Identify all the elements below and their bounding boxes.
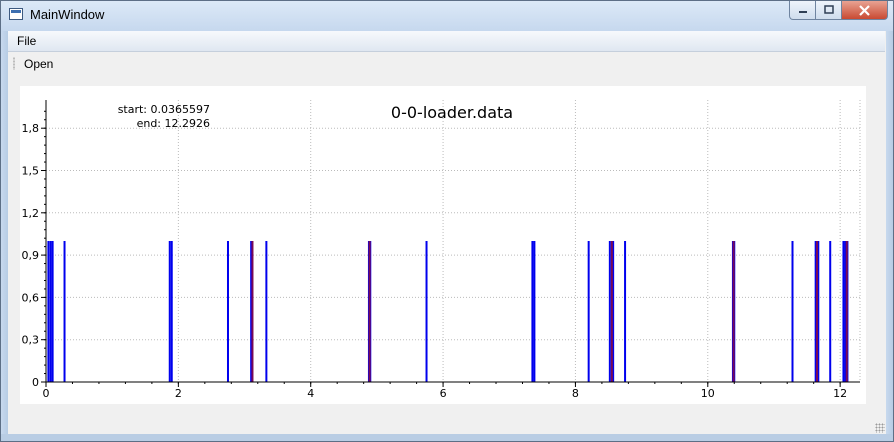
menu-bar: File [8, 31, 885, 52]
maximize-button[interactable] [816, 1, 842, 20]
y-tick-label: 0,9 [22, 249, 40, 262]
maximize-icon [823, 5, 834, 14]
app-icon [9, 8, 23, 20]
central-widget: 0 0,3 0,6 0,9 1,2 1,5 1,8 0 2 4 6 8 10 12 0-0-loader.… [8, 76, 885, 434]
main-window: MainWindow File Open 0 0,3 0,6 0,9 1,2 1,5 1,8… [0, 0, 894, 442]
open-button[interactable]: Open [24, 57, 53, 71]
toolbar: Open [8, 52, 885, 75]
y-tick-label: 1,5 [22, 165, 40, 178]
x-tick-label: 4 [307, 387, 314, 400]
window-frame-right [886, 31, 893, 441]
close-icon [859, 4, 870, 16]
event-plot: 0 0,3 0,6 0,9 1,2 1,5 1,8 0 2 4 6 8 10 12 0-0-loader.… [22, 100, 861, 400]
window-controls [789, 1, 888, 21]
window-frame-left [1, 31, 8, 441]
title-bar[interactable]: MainWindow [1, 1, 893, 31]
grid-lines [46, 100, 861, 382]
y-tick-label: 1,2 [22, 207, 40, 220]
y-tick-label: 1,8 [22, 122, 40, 135]
x-tick-label: 12 [833, 387, 847, 400]
y-tick-label: 0,3 [22, 334, 40, 347]
x-tick-label: 8 [572, 387, 579, 400]
window-frame-bottom [1, 434, 893, 441]
resize-grip-handle[interactable] [875, 423, 885, 433]
x-tick-label: 10 [701, 387, 715, 400]
x-tick-label: 6 [440, 387, 447, 400]
menu-file[interactable]: File [17, 34, 36, 48]
x-tick-label: 0 [43, 387, 50, 400]
plot-title: 0-0-loader.data [391, 103, 513, 122]
window-title: MainWindow [30, 7, 105, 22]
minimize-button[interactable] [789, 1, 816, 20]
minimize-icon [798, 11, 807, 13]
close-button[interactable] [842, 1, 888, 20]
y-tick-label: 0,6 [22, 291, 40, 304]
y-tick-label: 0 [32, 376, 39, 389]
event-bars [47, 241, 849, 382]
start-label: start: 0.0365597 [118, 103, 210, 116]
toolbar-grip-handle[interactable] [13, 57, 15, 70]
plot-widget[interactable]: 0 0,3 0,6 0,9 1,2 1,5 1,8 0 2 4 6 8 10 12 0-0-loader.… [20, 86, 866, 404]
x-tick-label: 2 [175, 387, 182, 400]
end-label: end: 12.2926 [137, 117, 210, 130]
